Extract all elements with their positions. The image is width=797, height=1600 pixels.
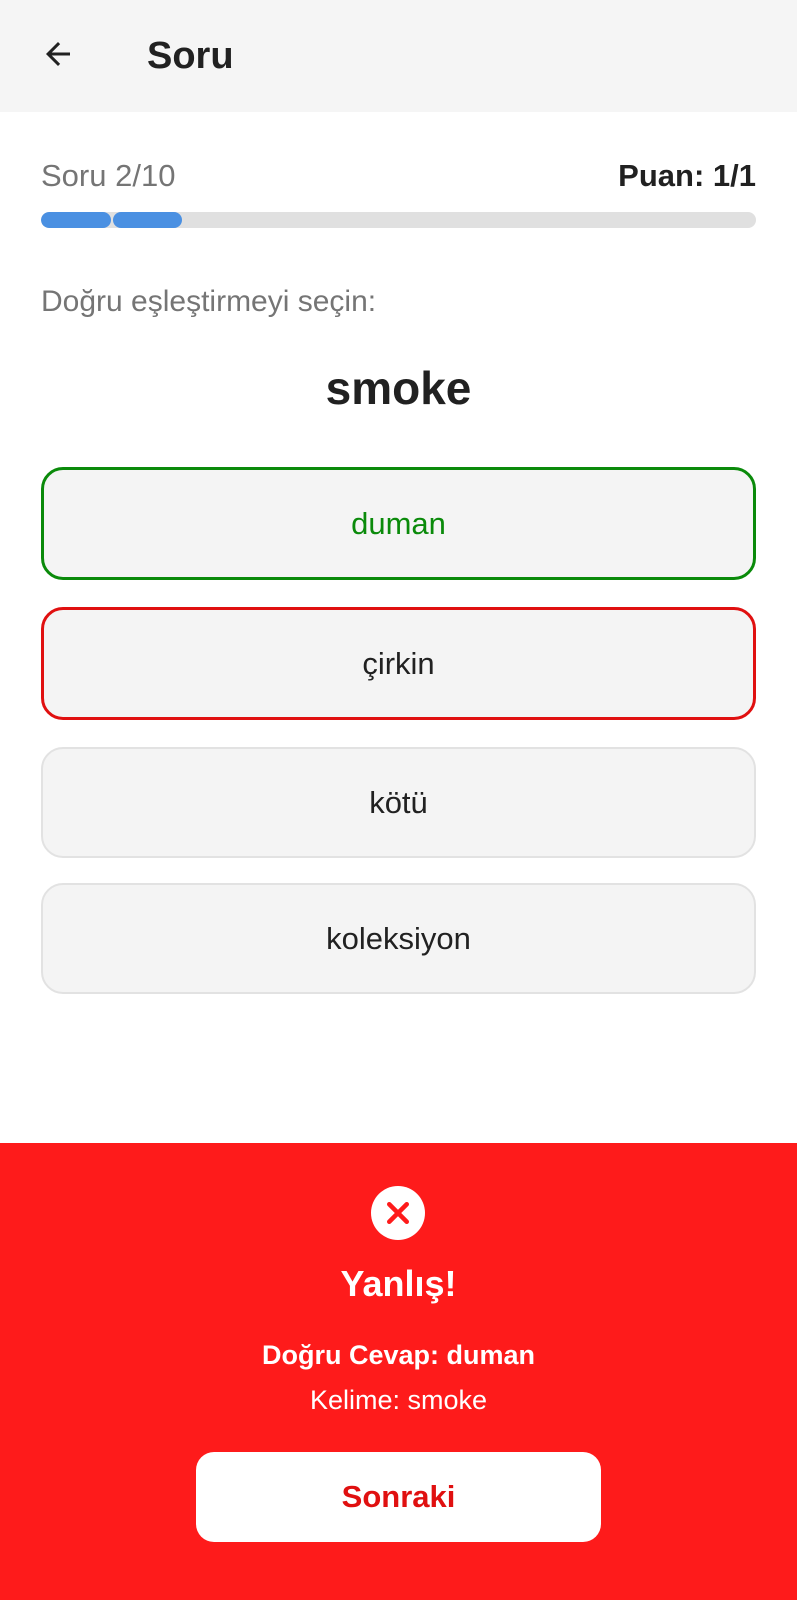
question-word: smoke bbox=[325, 362, 472, 414]
option-cirkin[interactable]: çirkin bbox=[41, 607, 756, 720]
word-info-text: Kelime: smoke bbox=[309, 1385, 488, 1415]
score-label: Puan: 1/1 bbox=[618, 158, 756, 193]
progress-bar bbox=[41, 212, 756, 228]
arrow-left-icon bbox=[46, 42, 70, 66]
question-counter: Soru 2/10 bbox=[41, 158, 176, 193]
instruction-text: Doğru eşleştirmeyi seçin: bbox=[41, 285, 377, 318]
option-kotu[interactable]: kötü bbox=[41, 747, 756, 858]
option-label: koleksiyon bbox=[326, 920, 471, 956]
progress-header: Soru 2/10 Puan: 1/1 bbox=[41, 156, 756, 196]
option-label: duman bbox=[351, 505, 446, 541]
close-circle-icon bbox=[371, 1186, 425, 1240]
correct-answer-text: Doğru Cevap: duman bbox=[261, 1340, 536, 1370]
back-button[interactable] bbox=[30, 26, 86, 82]
option-label: çirkin bbox=[362, 645, 435, 681]
feedback-title: Yanlış! bbox=[340, 1263, 457, 1304]
option-duman[interactable]: duman bbox=[41, 467, 756, 580]
app-bar: Soru bbox=[0, 0, 797, 112]
progress-segment bbox=[112, 212, 182, 228]
next-button[interactable]: Sonraki bbox=[196, 1452, 601, 1542]
next-button-label: Sonraki bbox=[341, 1479, 456, 1514]
answer-options: duman çirkin kötü koleksiyon bbox=[41, 467, 756, 1019]
page-title: Soru bbox=[147, 35, 234, 77]
option-koleksiyon[interactable]: koleksiyon bbox=[41, 883, 756, 994]
progress-segment bbox=[41, 212, 111, 228]
option-label: kötü bbox=[369, 784, 428, 820]
